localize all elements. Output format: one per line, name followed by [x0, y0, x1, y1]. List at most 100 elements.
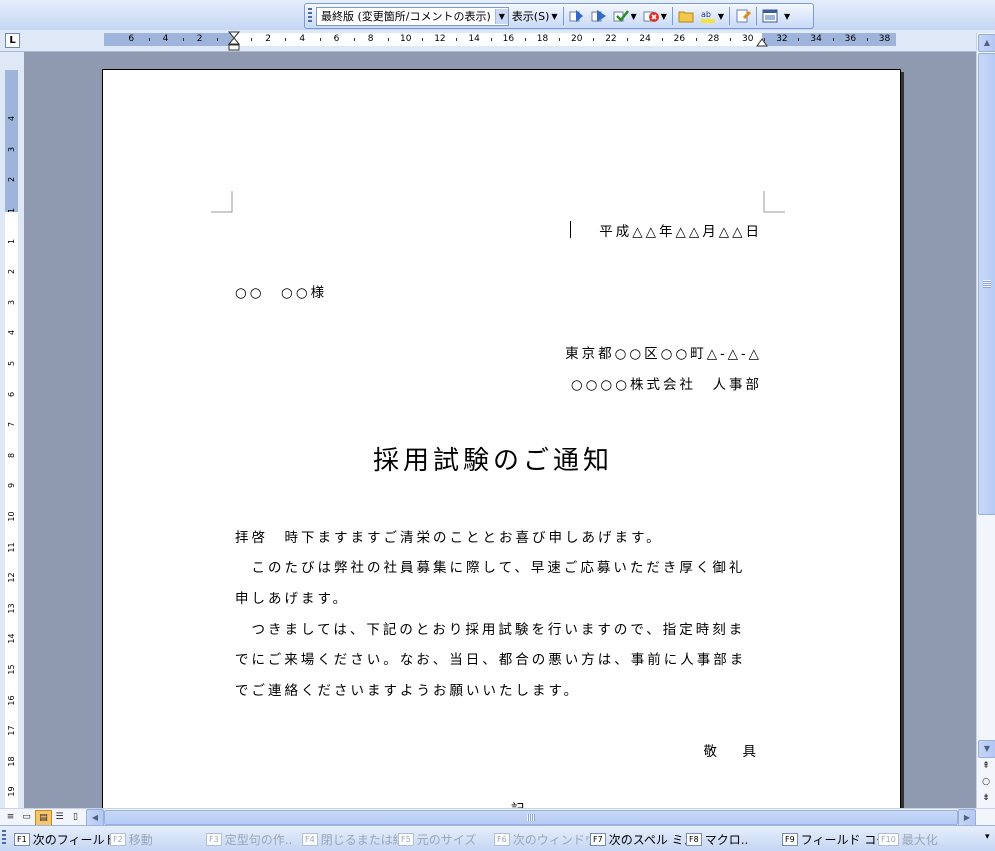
vertical-scrollbar[interactable]: ▲ ▼ ⇞ ○ ⇟ — [976, 33, 995, 808]
accept-change-icon — [613, 10, 629, 22]
fkey-bar-options-icon[interactable]: ▾ — [985, 832, 990, 842]
body-line: 申しあげます。 — [235, 591, 350, 607]
ruler-number: 8 — [7, 452, 16, 458]
sender-company: ○○○○株式会社 人事部 — [570, 377, 762, 393]
ruler-number: 12 — [434, 34, 446, 44]
highlight-icon: ab — [700, 10, 715, 23]
previous-change-button[interactable] — [566, 6, 588, 26]
ruler-tick — [695, 38, 697, 41]
ruler-number: 15 — [7, 664, 16, 675]
ruler-tick — [148, 38, 150, 41]
select-browse-object-icon[interactable]: ○ — [978, 775, 994, 790]
toolbar-options-button[interactable]: ▼ — [781, 6, 791, 26]
next-page-icon[interactable]: ⇟ — [978, 791, 994, 806]
fkey-key: F6 — [494, 833, 510, 846]
track-changes-button[interactable] — [732, 6, 754, 26]
chevron-down-icon: ▼ — [660, 11, 667, 21]
toolbar-row: 最終版 (変更箇所/コメントの表示) ▼ 表示(S) ▼ ▼ ▼ ab ▼ ▼ — [0, 0, 995, 31]
fkey-f2-button[interactable]: F2 移動 — [110, 831, 153, 848]
folder-icon — [678, 11, 694, 23]
fkey-f3-button[interactable]: F3 定型句の作.. — [206, 831, 292, 848]
fkey-f1-button[interactable]: F1 次のフィールド — [14, 831, 116, 848]
reviewing-pane-button[interactable] — [759, 6, 781, 26]
markup-view-select[interactable]: 最終版 (変更箇所/コメントの表示) ▼ — [316, 6, 509, 26]
fkey-key: F3 — [206, 833, 222, 846]
new-comment-button[interactable] — [675, 6, 697, 26]
ruler-tick — [490, 38, 492, 41]
previous-change-icon — [569, 10, 583, 22]
reading-layout-view-icon[interactable]: ▯ — [68, 810, 83, 824]
ruler-number: 10 — [7, 511, 16, 522]
previous-page-icon[interactable]: ⇞ — [978, 759, 994, 774]
function-key-bar: F1 次のフィールド F2 移動 F3 定型句の作.. F4 閉じるまたは終 F5 元のサ… — [0, 825, 995, 851]
ruler-tick — [251, 38, 253, 41]
text-cursor — [570, 221, 571, 238]
ruler-number: 2 — [196, 34, 203, 44]
horizontal-scroll-track[interactable] — [104, 810, 958, 825]
normal-view-icon[interactable]: ≡ — [3, 810, 18, 824]
ruler-number: 2 — [7, 269, 16, 275]
fkey-f5-button[interactable]: F5 元のサイズ — [398, 831, 476, 848]
fkey-f6-button[interactable]: F6 次のウィンドウ — [494, 831, 597, 848]
ruler-number: 16 — [7, 695, 16, 706]
body-line: 拝啓 時下ますますご清栄のこととお喜び申しあげます。 — [235, 530, 663, 546]
fkey-f10-button[interactable]: F10 最大化 — [878, 831, 938, 848]
ruler-number: 36 — [844, 34, 857, 44]
reviewing-pane-icon — [762, 9, 778, 23]
show-menu-button[interactable]: 表示(S) ▼ — [509, 6, 561, 26]
ruler-number: 14 — [7, 633, 16, 644]
ruler-number: 5 — [7, 360, 16, 367]
fkey-f4-button[interactable]: F4 閉じるまたは終 — [302, 831, 405, 848]
grip-icon — [983, 280, 991, 288]
ruler-number: 22 — [605, 34, 617, 44]
document-area[interactable]: 平成△△年△△月△△日 ○○ ○○様 東京都○○区○○町△-△-△ ○○○○株式… — [24, 52, 976, 808]
ruler-number: 6 — [128, 34, 135, 44]
ruler-tick — [798, 38, 800, 41]
body-line: でご連絡くださいますようお願いいたします。 — [235, 683, 581, 699]
ruler-number: 4 — [299, 34, 306, 44]
web-layout-view-icon[interactable]: ▭ — [19, 810, 34, 824]
fkey-label: 定型句の作.. — [224, 833, 293, 847]
body-line: でにご来場ください。なお、当日、都合の悪い方は、事前に人事部ま — [235, 652, 747, 668]
chevron-down-icon[interactable]: ▼ — [494, 8, 508, 24]
ruler-number: 34 — [810, 34, 822, 44]
ruler-number: 13 — [7, 603, 16, 614]
horizontal-scroll-thumb[interactable] — [104, 810, 958, 825]
highlight-button[interactable]: ab ▼ — [697, 6, 727, 26]
fkey-label: 移動 — [128, 833, 153, 847]
ruler-number: 38 — [878, 34, 891, 44]
fkey-bar-grip[interactable] — [2, 830, 6, 846]
vertical-scroll-thumb[interactable] — [978, 53, 995, 515]
ruler-tick — [456, 38, 458, 41]
ruler-tick — [422, 38, 424, 41]
print-layout-view-icon[interactable]: ▤ — [35, 810, 52, 826]
reviewing-toolbar: 最終版 (変更箇所/コメントの表示) ▼ 表示(S) ▼ ▼ ▼ ab ▼ ▼ — [304, 3, 814, 29]
toolbar-separator — [729, 7, 730, 25]
toolbar-grip[interactable] — [308, 8, 312, 24]
fkey-f7-button[interactable]: F7 次のスペル ミス — [590, 831, 696, 848]
show-menu-label: 表示(S) — [511, 10, 550, 23]
ruler-number: 3 — [7, 146, 16, 152]
next-change-button[interactable] — [588, 6, 610, 26]
ruler-number: 28 — [707, 34, 720, 44]
scroll-up-icon[interactable]: ▲ — [978, 34, 995, 52]
outline-view-icon[interactable]: ☰ — [52, 810, 67, 824]
ruler-tick — [558, 38, 560, 41]
ruler-tick — [593, 38, 595, 41]
fkey-f8-button[interactable]: F8 マクロ.. — [686, 831, 748, 848]
reject-change-button[interactable]: ▼ — [640, 6, 670, 26]
accept-change-button[interactable]: ▼ — [610, 6, 640, 26]
ruler-tick — [387, 38, 389, 41]
chevron-down-icon: ▼ — [784, 11, 791, 21]
ruler-tick — [353, 38, 355, 41]
toolbar-separator — [562, 7, 564, 25]
toolbar-separator — [756, 7, 757, 25]
ruler-number: 8 — [367, 34, 374, 44]
ruler-number: 2 — [7, 177, 16, 183]
ruler-number: 2 — [265, 34, 271, 44]
ruler-tick — [285, 38, 287, 41]
ruler-tick — [866, 38, 868, 41]
scroll-down-icon[interactable]: ▼ — [978, 740, 995, 758]
fkey-key: F5 — [398, 833, 414, 846]
document-page[interactable]: 平成△△年△△月△△日 ○○ ○○様 東京都○○区○○町△-△-△ ○○○○株式… — [102, 69, 901, 808]
